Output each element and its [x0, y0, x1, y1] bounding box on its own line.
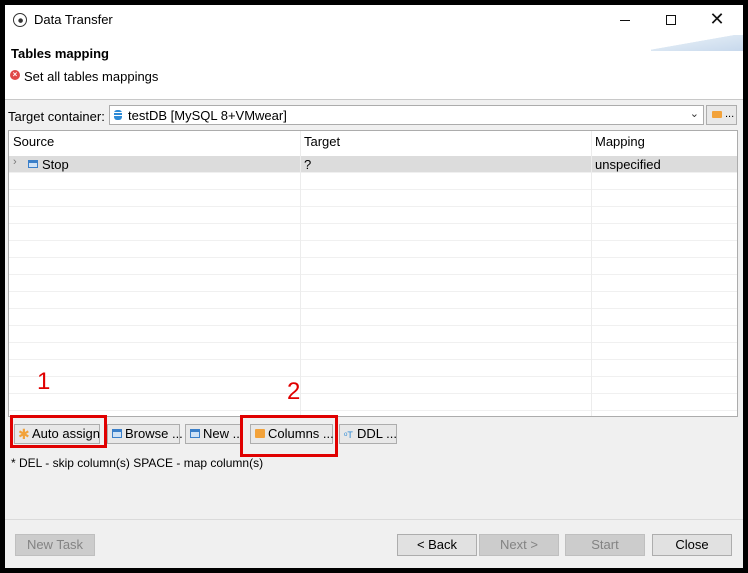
table-icon	[112, 429, 122, 438]
browse-label: Browse ...	[125, 426, 183, 441]
maximize-icon	[666, 15, 676, 25]
database-icon	[114, 110, 122, 120]
annotation-box-1	[10, 415, 107, 448]
minimize-button[interactable]	[602, 5, 648, 35]
close-button[interactable]: Close	[652, 534, 732, 556]
data-transfer-window: Data Transfer ✕ Tables mapping × Set all…	[5, 5, 743, 568]
source-cell[interactable]: Stop	[42, 157, 69, 172]
target-container-label: Target container:	[8, 109, 105, 124]
next-button[interactable]: Next >	[479, 534, 559, 556]
annotation-label-1: 1	[37, 368, 51, 395]
target-cell[interactable]: ?	[304, 157, 311, 172]
column-divider	[300, 131, 301, 416]
empty-table-row[interactable]	[9, 275, 737, 292]
target-container-select[interactable]: testDB [MySQL 8+VMwear] ⌄	[109, 105, 704, 125]
folder-icon	[712, 111, 722, 118]
new-button[interactable]: New ...	[185, 424, 244, 444]
empty-table-row[interactable]	[9, 326, 737, 343]
header-banner-art	[651, 35, 743, 51]
new-label: New ...	[203, 426, 244, 441]
empty-table-row[interactable]	[9, 190, 737, 207]
browse-button[interactable]: Browse ...	[107, 424, 183, 444]
empty-table-row[interactable]	[9, 241, 737, 258]
choose-container-button[interactable]: ...	[706, 105, 737, 125]
empty-table-row[interactable]	[9, 309, 737, 326]
empty-table-row[interactable]	[9, 207, 737, 224]
column-header-mapping[interactable]: Mapping	[595, 134, 645, 149]
empty-table-row[interactable]	[9, 360, 737, 377]
choose-container-label: ...	[725, 108, 735, 120]
empty-table-row[interactable]	[9, 258, 737, 275]
chevron-down-icon[interactable]: ⌄	[690, 107, 699, 120]
target-container-row: Target container: testDB [MySQL 8+VMwear…	[5, 105, 743, 127]
empty-table-row[interactable]	[9, 224, 737, 241]
wizard-footer: New Task < Back Next > Start Close	[5, 519, 743, 568]
empty-table-row[interactable]	[9, 394, 737, 411]
page-title: Tables mapping	[11, 46, 109, 61]
close-icon: ✕	[709, 9, 725, 30]
error-message: Set all tables mappings	[24, 69, 159, 84]
back-button[interactable]: < Back	[397, 534, 477, 556]
empty-table-row[interactable]	[9, 343, 737, 360]
empty-table-row[interactable]	[9, 292, 737, 309]
ddl-button[interactable]: ᵒT DDL ...	[339, 424, 397, 444]
ddl-label: DDL ...	[357, 426, 397, 441]
table-header: Source Target Mapping	[9, 131, 737, 151]
expand-arrow-icon[interactable]: ›	[13, 156, 17, 168]
close-window-button[interactable]: ✕	[694, 5, 740, 35]
wizard-header: Tables mapping × Set all tables mappings	[5, 35, 743, 100]
empty-table-row[interactable]	[9, 173, 737, 190]
annotation-label-2: 2	[287, 378, 301, 405]
column-header-source[interactable]: Source	[13, 134, 54, 149]
error-icon: ×	[10, 70, 20, 80]
ddl-icon: ᵒT	[344, 430, 353, 440]
column-header-target[interactable]: Target	[304, 134, 340, 149]
target-container-value: testDB [MySQL 8+VMwear]	[128, 108, 287, 123]
start-button[interactable]: Start	[565, 534, 645, 556]
table-row[interactable]: › Stop ? unspecified	[9, 156, 737, 173]
minimize-icon	[620, 19, 630, 21]
window-title: Data Transfer	[34, 12, 113, 27]
key-hint: * DEL - skip column(s) SPACE - map colum…	[11, 456, 264, 470]
app-icon	[13, 13, 27, 27]
title-bar: Data Transfer ✕	[5, 5, 743, 35]
new-task-button[interactable]: New Task	[15, 534, 95, 556]
annotation-box-2	[240, 415, 338, 457]
mapping-cell[interactable]: unspecified	[595, 157, 661, 172]
table-icon	[190, 429, 200, 438]
empty-table-row[interactable]	[9, 377, 737, 394]
column-divider	[591, 131, 592, 416]
mapping-table[interactable]: Source Target Mapping › Stop ? unspecifi…	[8, 130, 738, 417]
table-icon	[28, 160, 38, 168]
maximize-button[interactable]	[648, 5, 694, 35]
